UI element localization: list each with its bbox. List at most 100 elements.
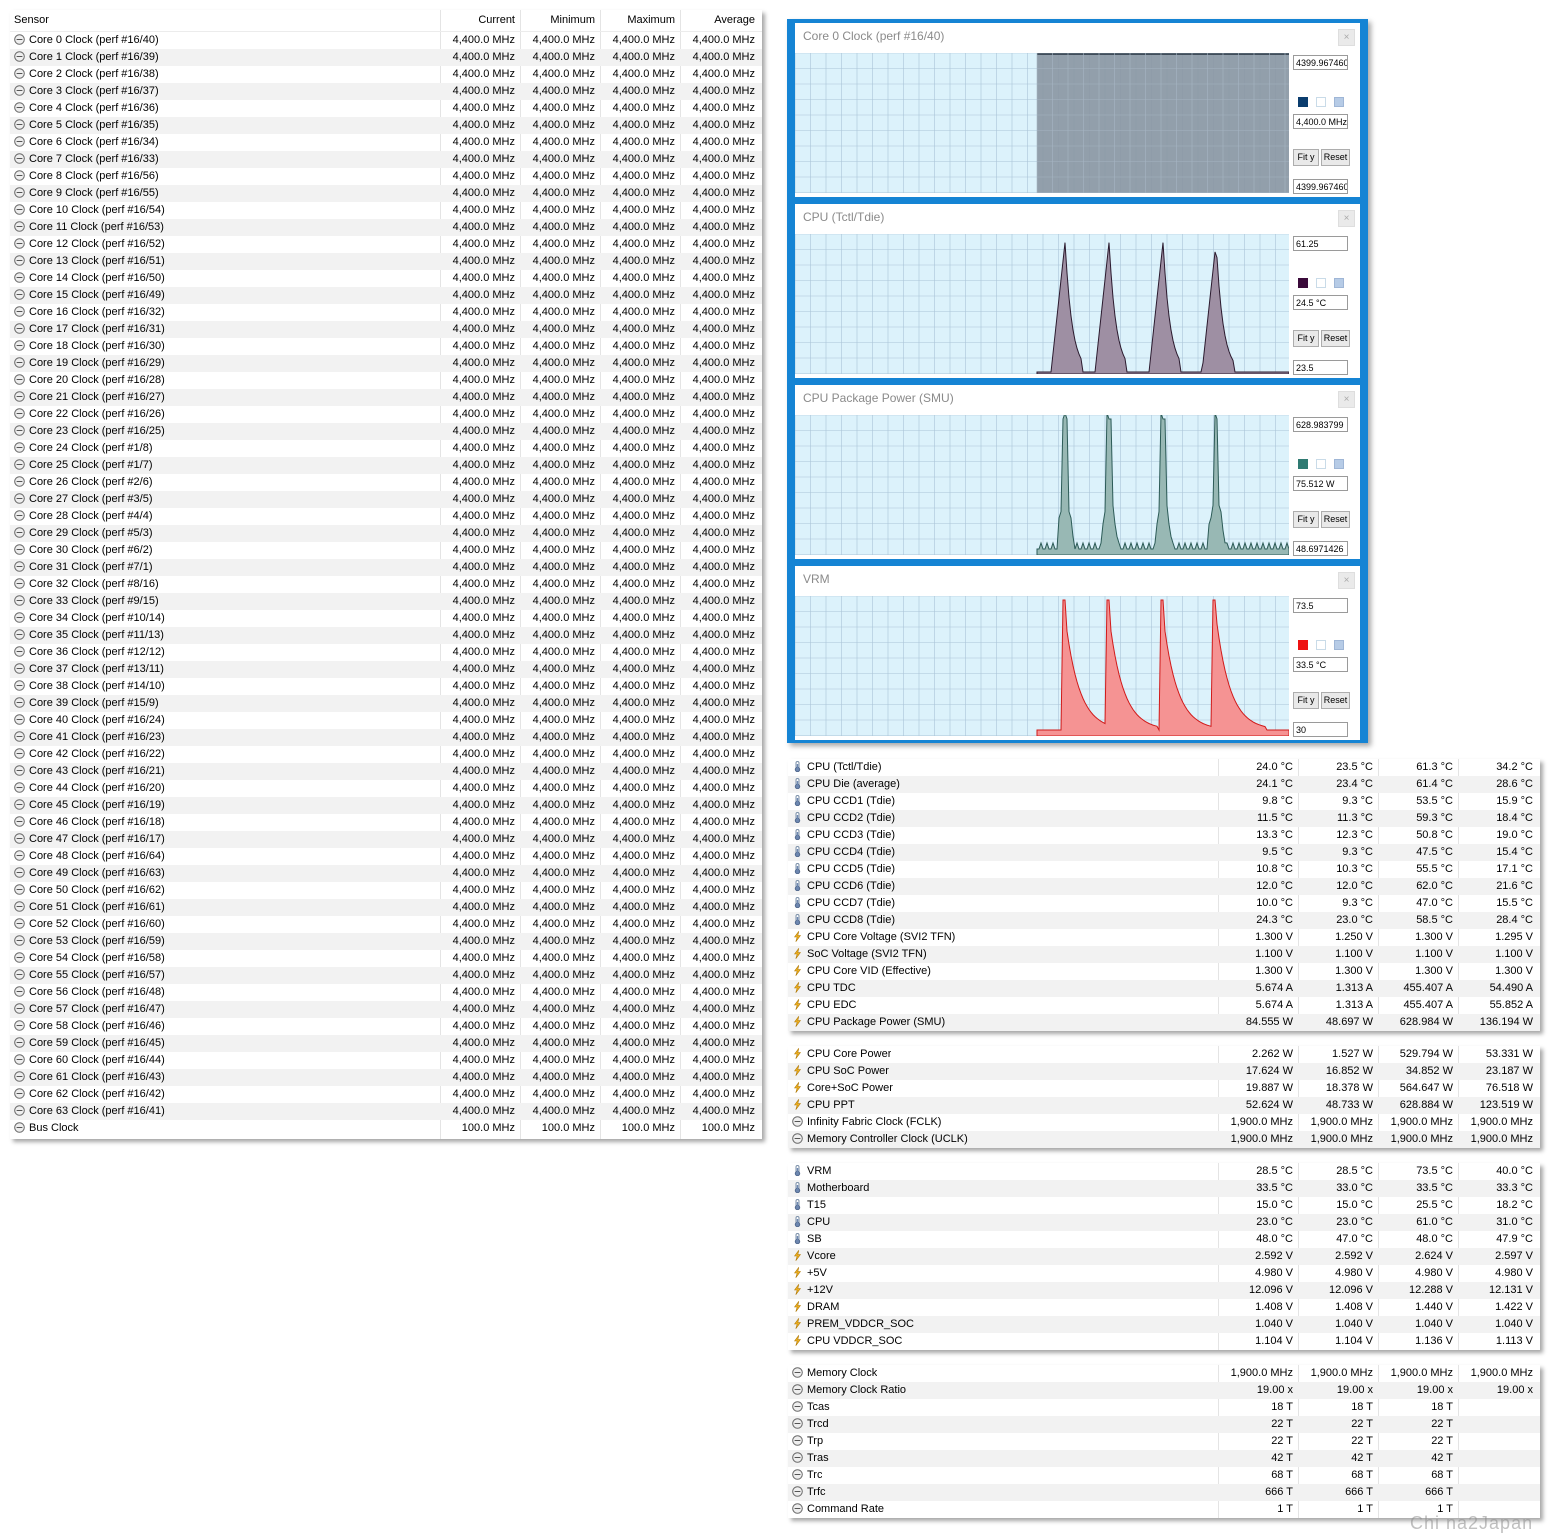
table-row[interactable]: DRAM 1.408 V 1.408 V 1.440 V 1.422 V <box>788 1299 1540 1316</box>
grid-color-swatch[interactable] <box>1334 459 1344 469</box>
table-row[interactable]: Core 3 Clock (perf #16/37) 4,400.0 MHz 4,4… <box>10 83 762 100</box>
table-row[interactable]: Core 48 Clock (perf #16/64) 4,400.0 MHz 4,… <box>10 848 762 865</box>
table-row[interactable]: Core 61 Clock (perf #16/43) 4,400.0 MHz 4,… <box>10 1069 762 1086</box>
table-row[interactable]: CPU (Tctl/Tdie) 24.0 °C 23.5 °C 61.3 °C 34.2… <box>788 759 1540 776</box>
graph-max-field[interactable]: 4399.967460 <box>1293 55 1348 70</box>
table-row[interactable]: Memory Clock 1,900.0 MHz 1,900.0 MHz 1,900.… <box>788 1365 1540 1382</box>
table-row[interactable]: CPU 23.0 °C 23.0 °C 61.0 °C 31.0 °C <box>788 1214 1540 1231</box>
grid-color-swatch[interactable] <box>1334 97 1344 107</box>
table-row[interactable]: Core 44 Clock (perf #16/20) 4,400.0 MHz 4,… <box>10 780 762 797</box>
table-row[interactable]: Core 7 Clock (perf #16/33) 4,400.0 MHz 4,4… <box>10 151 762 168</box>
graph-max-field[interactable]: 73.5 <box>1293 598 1348 613</box>
table-row[interactable]: Core 53 Clock (perf #16/59) 4,400.0 MHz 4,… <box>10 933 762 950</box>
table-row[interactable]: Core 25 Clock (perf #1/7) 4,400.0 MHz 4,40… <box>10 457 762 474</box>
table-row[interactable]: CPU CCD8 (Tdie) 24.3 °C 23.0 °C 58.5 °C 28.4… <box>788 912 1540 929</box>
fit-y-button[interactable]: Fit y <box>1293 511 1319 528</box>
table-row[interactable]: Bus Clock 100.0 MHz 100.0 MHz 100.0 MHz 100.… <box>10 1120 762 1137</box>
table-row[interactable]: Core 18 Clock (perf #16/30) 4,400.0 MHz 4,… <box>10 338 762 355</box>
table-row[interactable]: CPU Core VID (Effective) 1.300 V 1.300 V 1.… <box>788 963 1540 980</box>
table-row[interactable]: CPU Package Power (SMU) 84.555 W 48.697 W 6… <box>788 1014 1540 1031</box>
table-row[interactable]: Core 51 Clock (perf #16/61) 4,400.0 MHz 4,… <box>10 899 762 916</box>
table-row[interactable]: Core 22 Clock (perf #16/26) 4,400.0 MHz 4,… <box>10 406 762 423</box>
table-row[interactable]: Core 17 Clock (perf #16/31) 4,400.0 MHz 4,… <box>10 321 762 338</box>
background-color-swatch[interactable] <box>1316 640 1326 650</box>
table-row[interactable]: Core 56 Clock (perf #16/48) 4,400.0 MHz 4,… <box>10 984 762 1001</box>
table-row[interactable]: Core+SoC Power 19.887 W 18.378 W 564.647 W 7… <box>788 1080 1540 1097</box>
table-row[interactable]: Core 9 Clock (perf #16/55) 4,400.0 MHz 4,4… <box>10 185 762 202</box>
table-row[interactable]: Infinity Fabric Clock (FCLK) 1,900.0 MHz 1… <box>788 1114 1540 1131</box>
table-row[interactable]: Memory Clock Ratio 19.00 x 19.00 x 19.00 x 1… <box>788 1382 1540 1399</box>
table-row[interactable]: Core 14 Clock (perf #16/50) 4,400.0 MHz 4,… <box>10 270 762 287</box>
table-row[interactable]: Core 42 Clock (perf #16/22) 4,400.0 MHz 4,… <box>10 746 762 763</box>
table-row[interactable]: Core 4 Clock (perf #16/36) 4,400.0 MHz 4,4… <box>10 100 762 117</box>
series-color-swatch[interactable] <box>1298 278 1308 288</box>
series-color-swatch[interactable] <box>1298 459 1308 469</box>
table-row[interactable]: Core 34 Clock (perf #10/14) 4,400.0 MHz 4,… <box>10 610 762 627</box>
table-row[interactable]: Core 32 Clock (perf #8/16) 4,400.0 MHz 4,4… <box>10 576 762 593</box>
table-row[interactable]: Core 26 Clock (perf #2/6) 4,400.0 MHz 4,40… <box>10 474 762 491</box>
table-row[interactable]: Tras 42 T 42 T 42 T <box>788 1450 1540 1467</box>
table-row[interactable]: Core 35 Clock (perf #11/13) 4,400.0 MHz 4,… <box>10 627 762 644</box>
table-row[interactable]: Core 5 Clock (perf #16/35) 4,400.0 MHz 4,4… <box>10 117 762 134</box>
table-row[interactable]: Core 1 Clock (perf #16/39) 4,400.0 MHz 4,4… <box>10 49 762 66</box>
table-row[interactable]: Core 43 Clock (perf #16/21) 4,400.0 MHz 4,… <box>10 763 762 780</box>
series-color-swatch[interactable] <box>1298 97 1308 107</box>
reset-button[interactable]: Reset <box>1321 330 1350 347</box>
table-row[interactable]: CPU CCD6 (Tdie) 12.0 °C 12.0 °C 62.0 °C 21.6… <box>788 878 1540 895</box>
table-row[interactable]: Memory Controller Clock (UCLK) 1,900.0 MH… <box>788 1131 1540 1148</box>
fit-y-button[interactable]: Fit y <box>1293 149 1319 166</box>
table-row[interactable]: Core 46 Clock (perf #16/18) 4,400.0 MHz 4,… <box>10 814 762 831</box>
grid-color-swatch[interactable] <box>1334 278 1344 288</box>
background-color-swatch[interactable] <box>1316 97 1326 107</box>
table-row[interactable]: Core 28 Clock (perf #4/4) 4,400.0 MHz 4,40… <box>10 508 762 525</box>
table-row[interactable]: Core 49 Clock (perf #16/63) 4,400.0 MHz 4,… <box>10 865 762 882</box>
table-row[interactable]: CPU SoC Power 17.624 W 16.852 W 34.852 W 23.… <box>788 1063 1540 1080</box>
table-row[interactable]: T15 15.0 °C 15.0 °C 25.5 °C 18.2 °C <box>788 1197 1540 1214</box>
table-row[interactable]: CPU CCD7 (Tdie) 10.0 °C 9.3 °C 47.0 °C 15.5 … <box>788 895 1540 912</box>
background-color-swatch[interactable] <box>1316 278 1326 288</box>
table-row[interactable]: Core 24 Clock (perf #1/8) 4,400.0 MHz 4,40… <box>10 440 762 457</box>
table-row[interactable]: Core 2 Clock (perf #16/38) 4,400.0 MHz 4,4… <box>10 66 762 83</box>
column-header-minimum[interactable]: Minimum <box>520 10 595 31</box>
close-icon[interactable]: × <box>1338 29 1355 46</box>
table-row[interactable]: CPU PPT 52.624 W 48.733 W 628.884 W 123.519 … <box>788 1097 1540 1114</box>
graph-min-field[interactable]: 30 <box>1293 722 1348 737</box>
table-row[interactable]: Core 20 Clock (perf #16/28) 4,400.0 MHz 4,… <box>10 372 762 389</box>
close-icon[interactable]: × <box>1338 210 1355 227</box>
column-header-sensor[interactable]: Sensor <box>14 10 49 31</box>
table-row[interactable]: CPU VDDCR_SOC 1.104 V 1.104 V 1.136 V 1.113 … <box>788 1333 1540 1350</box>
table-row[interactable]: VRM 28.5 °C 28.5 °C 73.5 °C 40.0 °C <box>788 1163 1540 1180</box>
table-row[interactable]: Trcd 22 T 22 T 22 T <box>788 1416 1540 1433</box>
table-row[interactable]: Trc 68 T 68 T 68 T <box>788 1467 1540 1484</box>
table-row[interactable]: Core 21 Clock (perf #16/27) 4,400.0 MHz 4,… <box>10 389 762 406</box>
table-row[interactable]: Core 47 Clock (perf #16/17) 4,400.0 MHz 4,… <box>10 831 762 848</box>
table-row[interactable]: Core 29 Clock (perf #5/3) 4,400.0 MHz 4,40… <box>10 525 762 542</box>
table-row[interactable]: CPU Core Voltage (SVI2 TFN) 1.300 V 1.250 … <box>788 929 1540 946</box>
table-row[interactable]: Core 54 Clock (perf #16/58) 4,400.0 MHz 4,… <box>10 950 762 967</box>
table-row[interactable]: Core 62 Clock (perf #16/42) 4,400.0 MHz 4,… <box>10 1086 762 1103</box>
table-row[interactable]: Core 55 Clock (perf #16/57) 4,400.0 MHz 4,… <box>10 967 762 984</box>
table-row[interactable]: PREM_VDDCR_SOC 1.040 V 1.040 V 1.040 V 1.040… <box>788 1316 1540 1333</box>
table-row[interactable]: Core 8 Clock (perf #16/56) 4,400.0 MHz 4,4… <box>10 168 762 185</box>
graph-max-field[interactable]: 628.983799 <box>1293 417 1348 432</box>
table-row[interactable]: Core 36 Clock (perf #12/12) 4,400.0 MHz 4,… <box>10 644 762 661</box>
grid-color-swatch[interactable] <box>1334 640 1344 650</box>
table-row[interactable]: SB 48.0 °C 47.0 °C 48.0 °C 47.9 °C <box>788 1231 1540 1248</box>
table-row[interactable]: +5V 4.980 V 4.980 V 4.980 V 4.980 V <box>788 1265 1540 1282</box>
graph-min-field[interactable]: 23.5 <box>1293 360 1348 375</box>
reset-button[interactable]: Reset <box>1321 149 1350 166</box>
table-row[interactable]: SoC Voltage (SVI2 TFN) 1.100 V 1.100 V 1.10… <box>788 946 1540 963</box>
table-row[interactable]: Core 12 Clock (perf #16/52) 4,400.0 MHz 4,… <box>10 236 762 253</box>
table-row[interactable]: Core 60 Clock (perf #16/44) 4,400.0 MHz 4,… <box>10 1052 762 1069</box>
table-row[interactable]: Core 23 Clock (perf #16/25) 4,400.0 MHz 4,… <box>10 423 762 440</box>
graph-max-field[interactable]: 61.25 <box>1293 236 1348 251</box>
table-row[interactable]: Vcore 2.592 V 2.592 V 2.624 V 2.597 V <box>788 1248 1540 1265</box>
table-row[interactable]: Core 30 Clock (perf #6/2) 4,400.0 MHz 4,40… <box>10 542 762 559</box>
table-row[interactable]: Core 41 Clock (perf #16/23) 4,400.0 MHz 4,… <box>10 729 762 746</box>
table-row[interactable]: Core 38 Clock (perf #14/10) 4,400.0 MHz 4,… <box>10 678 762 695</box>
table-row[interactable]: Core 27 Clock (perf #3/5) 4,400.0 MHz 4,40… <box>10 491 762 508</box>
table-row[interactable]: +12V 12.096 V 12.096 V 12.288 V 12.131 V <box>788 1282 1540 1299</box>
fit-y-button[interactable]: Fit y <box>1293 330 1319 347</box>
table-row[interactable]: CPU Core Power 2.262 W 1.527 W 529.794 W 53.… <box>788 1046 1540 1063</box>
table-row[interactable]: Core 33 Clock (perf #9/15) 4,400.0 MHz 4,4… <box>10 593 762 610</box>
